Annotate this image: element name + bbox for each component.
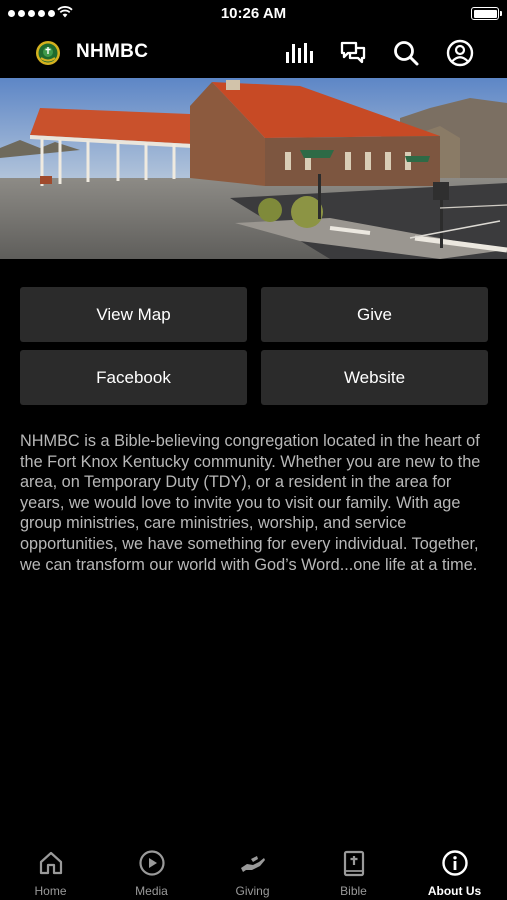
about-description: NHMBC is a Bible-believing congregation … [20, 432, 481, 574]
tab-home[interactable]: Home [0, 842, 101, 900]
church-logo [36, 41, 60, 65]
tab-media[interactable]: Media [101, 842, 202, 900]
give-button[interactable]: Give [261, 287, 488, 342]
nav-bar: NHMBC [0, 28, 507, 78]
tab-bar: Home Media Giving Bible About Us [0, 842, 507, 900]
tab-about-us-label: About Us [427, 884, 482, 898]
tab-bible-label: Bible [340, 884, 367, 898]
tab-bible[interactable]: Bible [303, 842, 404, 900]
bible-icon [343, 850, 364, 877]
profile-icon[interactable] [445, 38, 475, 68]
app-title: NHMBC [76, 41, 149, 62]
facebook-button[interactable]: Facebook [20, 350, 247, 405]
tab-giving-label: Giving [235, 884, 270, 898]
home-icon [39, 851, 62, 875]
search-icon[interactable] [391, 38, 421, 68]
giving-hand-icon [240, 856, 265, 872]
info-icon [441, 850, 468, 876]
battery-icon [471, 7, 502, 20]
church-photo [0, 78, 507, 259]
tab-giving[interactable]: Giving [202, 842, 303, 900]
website-button[interactable]: Website [261, 350, 488, 405]
chat-icon[interactable] [338, 38, 368, 68]
view-map-button[interactable]: View Map [20, 287, 247, 342]
status-time: 10:26 AM [220, 5, 287, 22]
tab-about-us[interactable]: About Us [404, 842, 505, 900]
tab-media-label: Media [135, 884, 168, 898]
play-icon [138, 850, 165, 876]
audio-levels-icon[interactable] [284, 38, 314, 68]
tab-home-label: Home [34, 884, 67, 898]
status-bar: 10:26 AM [0, 0, 507, 28]
